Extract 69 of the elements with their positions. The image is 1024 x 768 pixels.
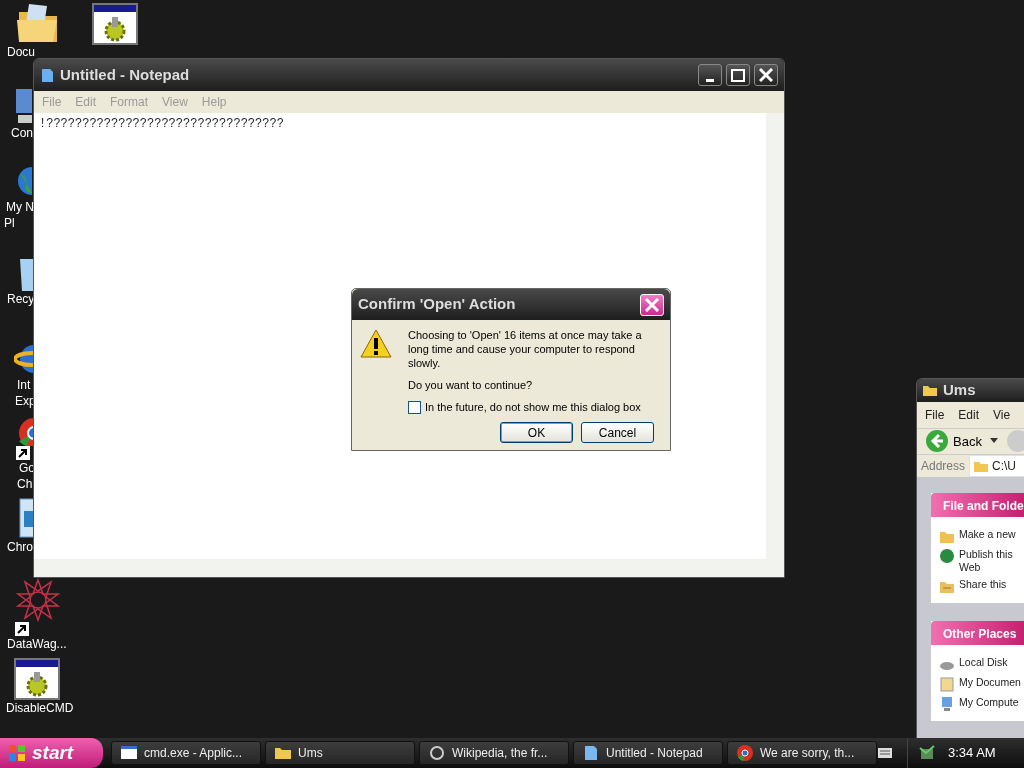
address-field[interactable]: C:\U — [969, 455, 1024, 477]
application-icon[interactable] — [14, 658, 60, 700]
chrome-icon — [736, 744, 754, 762]
folder-icon — [923, 384, 937, 397]
task-link[interactable]: Local Disk — [959, 656, 1008, 672]
taskbar-button[interactable]: Untitled - Notepad — [573, 741, 723, 765]
icon-label[interactable]: Pl — [4, 215, 15, 231]
panel-header[interactable]: File and Folde — [931, 493, 1024, 517]
dialog-message: Choosing to 'Open' 16 items at once may take a long time and cause your computer to respond slowly. — [408, 328, 643, 370]
icon-label[interactable]: Int — [17, 377, 31, 393]
icon-label[interactable]: Recy — [7, 291, 35, 307]
dialog-question: Do you want to continue? — [408, 378, 534, 392]
task-link[interactable]: My Documen — [959, 676, 1021, 692]
application-icon[interactable] — [92, 3, 138, 45]
icon-label[interactable]: Docu — [7, 44, 35, 60]
web-icon — [939, 548, 955, 564]
maximize-icon — [731, 68, 745, 82]
windows-logo-icon — [8, 744, 26, 762]
taskbar-button[interactable]: Ums — [265, 741, 415, 765]
icon-label[interactable]: Ch — [17, 476, 33, 492]
window-title: Untitled - Notepad — [60, 64, 190, 85]
computer-icon — [939, 696, 955, 712]
clock: 3:34 AM — [948, 744, 996, 763]
close-button[interactable] — [754, 64, 778, 86]
folder-icon — [974, 460, 989, 472]
checkbox[interactable] — [408, 400, 421, 414]
star-icon[interactable] — [15, 578, 61, 622]
docs-icon — [939, 676, 955, 692]
taskbar-button[interactable]: We are sorry, th... — [727, 741, 877, 765]
notepad-icon — [582, 744, 600, 762]
network-tray-icon[interactable] — [918, 744, 936, 762]
default-button[interactable]: OK — [500, 422, 573, 443]
icon-label[interactable]: Exp — [15, 393, 36, 409]
close-icon — [759, 68, 773, 82]
icon-label[interactable]: Chro — [7, 539, 33, 555]
taskbar-button[interactable]: Wikipedia, the fr... — [419, 741, 569, 765]
menu-item[interactable]: Edit — [958, 405, 980, 424]
task-link[interactable]: Share this — [959, 578, 1007, 594]
window-title: Ums — [943, 380, 976, 400]
maximize-button[interactable] — [726, 64, 750, 86]
keyboard-icon[interactable] — [877, 746, 893, 760]
menu-item[interactable]: File — [925, 405, 945, 424]
menu-item[interactable]: Vie — [993, 405, 1011, 424]
taskbar-button[interactable]: cmd.exe - Applic... — [111, 741, 261, 765]
minimize-button[interactable] — [698, 64, 722, 86]
text-content: !????????????????????????????????? — [38, 116, 285, 133]
globe-icon — [428, 744, 446, 762]
address-label: Address — [921, 458, 966, 475]
warning-icon — [360, 328, 392, 360]
icon-label[interactable]: DisableCMD — [6, 700, 74, 716]
panel-header[interactable]: Other Places — [931, 621, 1024, 645]
icon-label[interactable]: My N — [6, 199, 34, 215]
icon-label[interactable]: Con — [11, 125, 33, 141]
task-link[interactable]: Publish this Web — [959, 548, 1013, 574]
dropdown-caret-icon — [989, 438, 998, 445]
icon-label[interactable]: DataWag... — [7, 636, 67, 652]
close-icon — [645, 297, 659, 312]
minimize-icon — [706, 78, 714, 82]
vertical-scrollbar[interactable] — [766, 113, 784, 559]
start-button[interactable]: start — [0, 738, 103, 768]
notepad-icon — [40, 67, 54, 83]
box-icon[interactable] — [16, 495, 34, 539]
window-icon — [120, 744, 138, 762]
task-link[interactable]: Make a new — [959, 528, 1016, 544]
horizontal-scrollbar[interactable] — [34, 559, 784, 577]
dialog-title: Confirm 'Open' Action — [358, 294, 516, 315]
checkbox-label: In the future, do not show me this dialog box — [425, 400, 641, 414]
dialog-button[interactable]: Cancel — [581, 422, 654, 443]
task-link[interactable]: My Compute — [959, 696, 1019, 712]
